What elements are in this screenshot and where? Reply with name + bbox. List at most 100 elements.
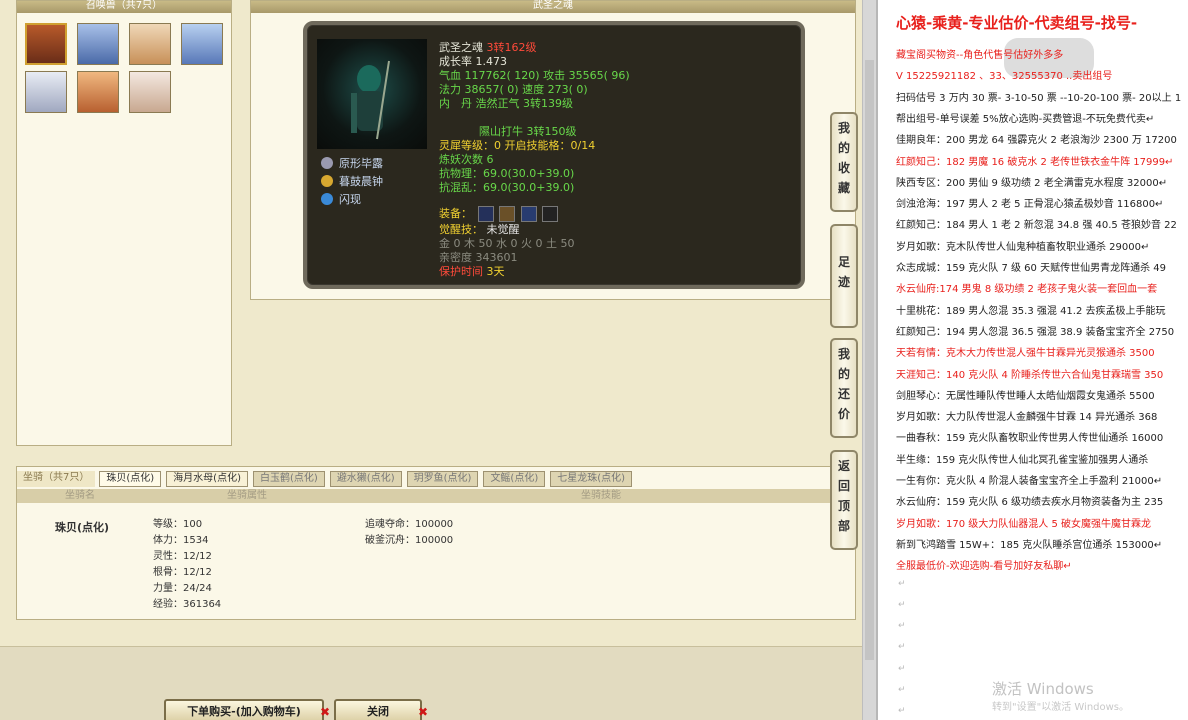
buy-close-icon[interactable]: ✖ xyxy=(320,705,330,719)
notepad-line: 剑胆琴心：无属性睡队传世睡人太皓仙烟霞女鬼通杀 5500 xyxy=(896,390,1155,402)
notepad-line: 岁月如歌：大力队传世混人金麟强牛甘霖 14 异光通杀 368 xyxy=(896,412,1158,424)
pet-resist2: 69.0(30.0+39.0) xyxy=(483,181,575,194)
mount-attr-stamina: 体力：1534 xyxy=(153,535,209,546)
side-nav-char: 我 xyxy=(837,347,850,361)
notepad-empty-line: ↵ xyxy=(898,621,906,632)
mount-tab-4[interactable]: 避水獭(点化) xyxy=(329,471,402,487)
notepad-line: 佳期良年：200 男龙 64 强霹克火 2 老浪淘沙 2300 万 17200 xyxy=(896,135,1177,147)
notepad-line: 藏宝阁买物资--角色代售号估好外多多 xyxy=(896,50,1064,61)
notepad-line: 一生有你：克火队 4 阶混人装备宝宝齐全上手盈利 21000↵ xyxy=(896,476,1163,487)
equip-slot-4[interactable] xyxy=(542,206,558,222)
pet-skill-3-name: 闪现 xyxy=(339,193,361,206)
mount-table-header: 坐骑名 坐骑属性 坐骑技能 xyxy=(17,489,855,503)
mount-count-label: 坐骑（共7只） xyxy=(17,471,96,487)
side-nav-back-to-top[interactable]: 返 回 顶 部 xyxy=(830,450,858,550)
notepad-empty-line: ↵ xyxy=(898,599,906,610)
summon-avatar-3[interactable] xyxy=(129,23,171,65)
notepad-line: 十里桃花：189 男人忽混 35.3 强混 41.2 去疾孟极上手能玩 xyxy=(896,305,1166,317)
scrollbar-thumb[interactable] xyxy=(865,60,874,660)
pet-detail-frame: 武圣之魂 武圣之魂 3转162级 成长率 1.473 气血 117762( 12… xyxy=(250,0,856,300)
pet-info-card: 武圣之魂 3转162级 成长率 1.473 气血 117762( 120) 攻击… xyxy=(303,21,805,289)
mount-skill-2: 破釜沉舟：100000 xyxy=(365,535,454,546)
summon-avatar-4[interactable] xyxy=(181,23,223,65)
pet-resist2-label: 抗混乱 xyxy=(439,181,472,194)
summon-avatar-6[interactable] xyxy=(77,71,119,113)
summon-avatar-7[interactable] xyxy=(129,71,171,113)
side-nav-bargain[interactable]: 我 的 还 价 xyxy=(830,338,858,438)
mount-tab-3[interactable]: 白玉鹤(点化) xyxy=(253,471,325,487)
pet-portrait xyxy=(317,39,427,149)
notepad-line: 水云仙府：159 克火队 6 级功绩去疾水月物资装备为主 235 xyxy=(896,497,1164,509)
notepad-line: V 15225921182 、33、32555370 ..卖出组号 xyxy=(896,71,1113,83)
mount-name: 珠贝(点化) xyxy=(55,521,110,534)
mount-attr-level: 等级：100 xyxy=(153,519,203,530)
notepad-empty-line: ↵ xyxy=(898,578,906,589)
notepad-title: 心猿-乘黄-专业估价-代卖组号-找号- xyxy=(896,14,1138,32)
pet-inner-core: 内 丹 浩然正气 3转139级 xyxy=(439,97,573,110)
activation-watermark-title: 激活 Windows xyxy=(992,680,1094,698)
notepad-line: 帮出组号-单号误差 5%放心选购-买费管退-不玩免费代卖↵ xyxy=(896,113,1155,125)
activation-watermark-subtitle: 转到"设置"以激活 Windows。 xyxy=(992,702,1130,713)
buy-button[interactable]: 下单购买-(加入购物车) xyxy=(164,699,324,720)
notepad-line: 红颜知己：184 男人 1 老 2 新忽混 34.8 强 40.5 苍狼妙音 2… xyxy=(896,220,1177,232)
side-nav-char: 返 xyxy=(837,459,850,473)
summon-avatar-2[interactable] xyxy=(77,23,119,65)
side-nav-history[interactable]: 足 迹 xyxy=(830,224,858,328)
mount-tab-7[interactable]: 七星龙珠(点化) xyxy=(550,471,633,487)
notepad-line: 岁月如歌：170 级大力队仙器混人 5 破女魔强牛魔甘霖龙 xyxy=(896,518,1151,530)
notepad-line: 红颜知己：194 男人忽混 36.5 强混 38.9 装备宝宝齐全 2750 xyxy=(896,326,1175,338)
pet-detail-title: 武圣之魂 xyxy=(251,1,855,13)
side-nav-favorites[interactable]: 我 的 收 藏 xyxy=(830,112,858,212)
mount-tab-1[interactable]: 珠贝(点化) xyxy=(99,471,162,487)
side-nav-char: 的 xyxy=(837,141,850,155)
pet-skill-1[interactable]: 原形毕露 xyxy=(321,155,383,171)
bell-skill-icon xyxy=(321,175,333,187)
page-scrollbar[interactable] xyxy=(862,0,876,720)
notepad-line: 全服最低价-欢迎选购-看号加好友私聊↵ xyxy=(896,561,1072,573)
pet-protect: 3天 xyxy=(486,265,505,278)
mount-col-attr: 坐骑属性 xyxy=(227,490,267,501)
notepad-empty-line: ↵ xyxy=(898,642,906,653)
mount-skills: 追魂夺命：100000 破釜沉舟：100000 xyxy=(365,517,453,549)
mount-col-name: 坐骑名 xyxy=(65,490,95,501)
side-nav-char: 迹 xyxy=(837,275,850,289)
mount-attr-strength: 力量：24/24 xyxy=(153,583,212,594)
mount-tab-2[interactable]: 海月水母(点化) xyxy=(166,471,248,487)
flash-skill-icon xyxy=(321,193,333,205)
equip-slot-1[interactable] xyxy=(477,206,494,222)
action-bar: 下单购买-(加入购物车) ✖ 关闭 ✖ xyxy=(0,646,862,720)
notepad-empty-line: ↵ xyxy=(898,685,906,695)
side-nav-char: 收 xyxy=(837,161,850,175)
side-nav-char: 藏 xyxy=(837,181,850,195)
side-nav-char: 我 xyxy=(837,121,850,135)
notepad-line: 剑浊沧海：197 男人 2 老 5 正骨混心猿孟极妙音 116800↵ xyxy=(896,199,1164,211)
summon-avatar-1[interactable] xyxy=(25,23,67,65)
mount-panel: 坐骑（共7只） 珠贝(点化) 海月水母(点化) 白玉鹤(点化) 避水獭(点化) … xyxy=(16,466,856,620)
close-button[interactable]: 关闭 xyxy=(334,699,422,720)
notepad-line: 岁月如歌：克木队传世人仙鬼种植畜牧职业通杀 29000↵ xyxy=(896,241,1150,253)
equip-slot-2[interactable] xyxy=(499,206,515,222)
side-nav-char: 顶 xyxy=(837,499,850,513)
mount-col-skill: 坐骑技能 xyxy=(581,490,621,501)
notepad-document[interactable]: 心猿-乘黄-专业估价-代卖组号-找号- 藏宝阁买物资--角色代售号估好外多多 V … xyxy=(876,0,1188,720)
notepad-line: 水云仙府:174 男鬼 8 级功绩 2 老孩子鬼火装一套回血一套 xyxy=(896,284,1158,296)
mount-tab-5[interactable]: 玥罗鱼(点化) xyxy=(406,471,479,487)
side-nav-char: 部 xyxy=(837,519,850,533)
pet-skill-1-name: 原形毕露 xyxy=(339,157,383,170)
summon-list-panel: 召唤兽（共7只） xyxy=(16,0,232,446)
summon-avatar-5[interactable] xyxy=(25,71,67,113)
equip-slot-3[interactable] xyxy=(520,206,537,222)
mount-skill-1: 追魂夺命：100000 xyxy=(365,519,454,530)
pet-skill-3[interactable]: 闪现 xyxy=(321,191,361,207)
mount-attr-bone: 根骨：12/12 xyxy=(153,567,212,578)
mount-attr-exp: 经验：361364 xyxy=(153,599,222,610)
mount-attr-spirit: 灵性：12/12 xyxy=(153,551,212,562)
notepad-line: 天涯知己：140 克火队 4 阶睡杀传世六合仙鬼甘霖瑞雪 350 xyxy=(896,369,1164,381)
game-window: 召唤兽（共7只） 武圣之魂 武圣之魂 3转162级 成长率 1.473 气血 1… xyxy=(0,0,862,720)
summon-list-title: 召唤兽（共7只） xyxy=(17,1,231,13)
pet-skill-2[interactable]: 暮鼓晨钟 xyxy=(321,173,383,189)
mount-tab-6[interactable]: 文鳐(点化) xyxy=(483,471,546,487)
notepad-line: 扫码估号 3 万内 30 票- 3-10-50 票 --10-20-100 票-… xyxy=(896,92,1182,104)
close-x-icon[interactable]: ✖ xyxy=(418,705,428,719)
warrior-figure-icon xyxy=(351,60,390,140)
